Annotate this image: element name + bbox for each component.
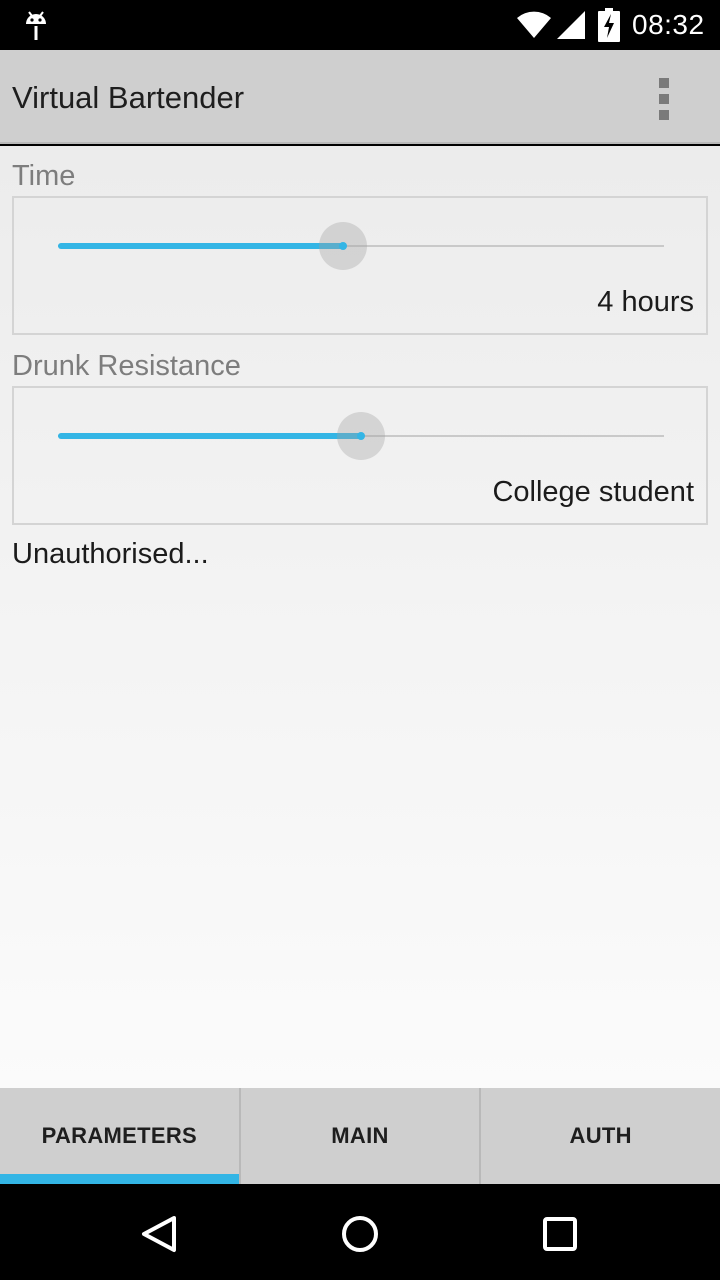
tab-label: MAIN — [331, 1123, 389, 1148]
drunk-resistance-panel: College student — [12, 386, 708, 525]
status-bar: 08:32 — [0, 0, 720, 50]
drunk-resistance-label: Drunk Resistance — [12, 350, 241, 382]
tab-main[interactable]: MAIN — [238, 1088, 480, 1184]
navigation-bar — [0, 1184, 720, 1280]
tab-selected-indicator — [0, 1174, 239, 1184]
android-icon — [26, 11, 46, 40]
app-bar: Virtual Bartender — [0, 50, 720, 144]
slider-thumb-dot — [357, 432, 365, 440]
slider-fill — [58, 433, 361, 439]
slider-thumb-dot — [338, 242, 347, 250]
home-icon[interactable] — [336, 1210, 384, 1258]
time-label: Time — [12, 160, 76, 192]
tab-bar: PARAMETERS MAIN AUTH — [0, 1088, 720, 1184]
app-title: Virtual Bartender — [12, 80, 245, 115]
drunk-resistance-value: College student — [492, 476, 694, 508]
overflow-menu-button[interactable] — [640, 70, 688, 126]
tab-parameters[interactable]: PARAMETERS — [0, 1088, 239, 1184]
wifi-icon — [517, 11, 551, 38]
status-time: 08:32 — [632, 9, 705, 40]
time-panel: 4 hours — [12, 196, 708, 335]
slider-fill — [58, 243, 343, 249]
tab-auth[interactable]: AUTH — [479, 1088, 720, 1184]
signal-icon — [557, 11, 585, 39]
auth-status-text: Unauthorised... — [12, 538, 209, 570]
back-icon[interactable] — [136, 1210, 184, 1258]
time-value: 4 hours — [597, 286, 694, 318]
battery-charging-icon — [598, 8, 620, 42]
parameters-page: Time 4 hours Drunk Resistance College st… — [0, 146, 720, 1088]
drunk-resistance-slider[interactable] — [58, 412, 664, 460]
recents-icon[interactable] — [536, 1210, 584, 1258]
time-slider[interactable] — [58, 222, 664, 270]
tab-label: AUTH — [569, 1123, 632, 1148]
tab-label: PARAMETERS — [41, 1123, 198, 1148]
